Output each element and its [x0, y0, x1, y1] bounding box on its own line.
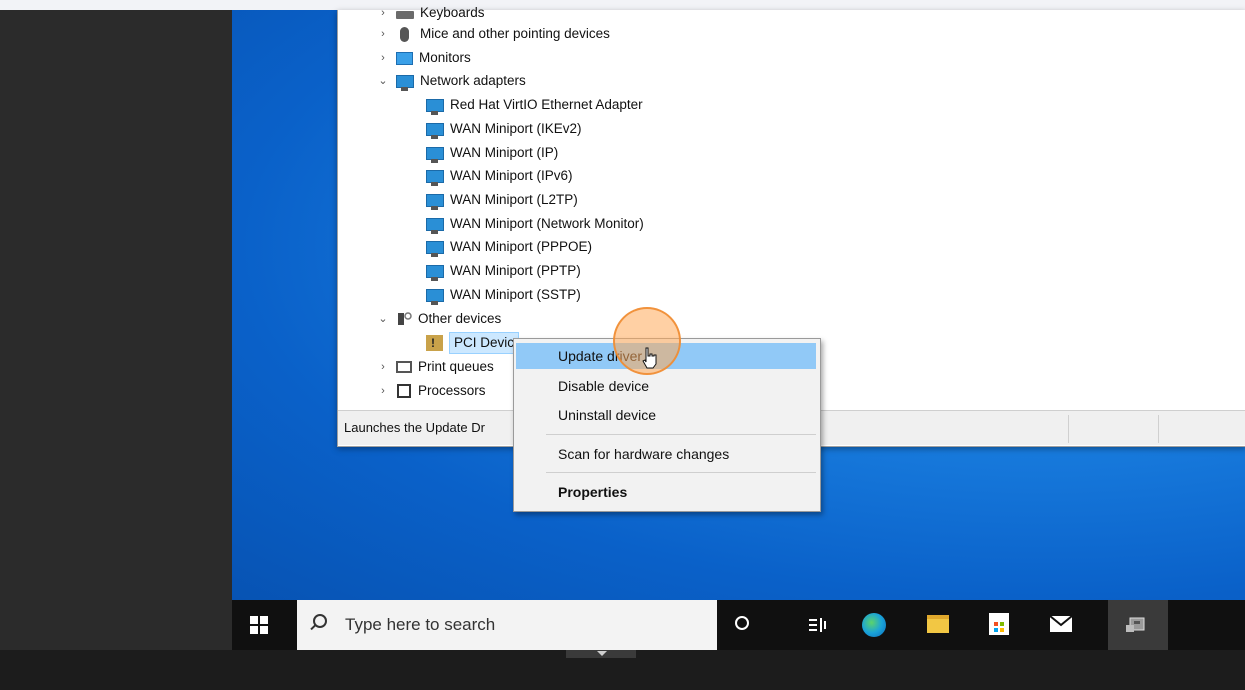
tree-item-label: WAN Miniport (Network Monitor): [450, 216, 644, 231]
taskbar: Type here to search: [232, 600, 1245, 650]
tree-item-mice[interactable]: › Mice and other pointing devices: [376, 22, 610, 46]
menu-item-properties[interactable]: Properties: [516, 479, 816, 505]
network-adapter-icon: [426, 123, 444, 139]
mail-icon[interactable]: [1050, 616, 1072, 632]
tree-item-device[interactable]: WAN Miniport (L2TP): [426, 188, 578, 212]
tree-item-device[interactable]: WAN Miniport (IPv6): [426, 164, 573, 188]
collapse-arrow-icon[interactable]: ⌄: [376, 69, 390, 93]
windows-start-icon[interactable]: [250, 616, 268, 634]
left-dark-panel: [0, 10, 232, 650]
tree-item-label: Red Hat VirtIO Ethernet Adapter: [450, 97, 643, 112]
tree-item-other-devices[interactable]: ⌄ Other devices: [376, 307, 501, 331]
status-divider: [1068, 415, 1069, 443]
store-icon[interactable]: [989, 613, 1009, 635]
tree-item-label: WAN Miniport (PPPOE): [450, 239, 593, 254]
collapse-arrow-icon[interactable]: ⌄: [376, 307, 390, 331]
status-text: Launches the Update Dr: [344, 420, 485, 435]
bottom-notch: [566, 650, 636, 658]
network-adapter-icon: [426, 241, 444, 257]
expand-arrow-icon[interactable]: ›: [376, 22, 390, 46]
network-adapter-icon: [426, 218, 444, 234]
tree-item-pci-device[interactable]: PCI Devic: [426, 331, 520, 355]
tree-item-print-queues[interactable]: › Print queues: [376, 355, 494, 379]
network-adapter-icon: [426, 147, 444, 163]
mouse-icon: [400, 26, 409, 42]
network-adapter-icon: [426, 99, 444, 115]
menu-separator: [546, 472, 816, 473]
tree-item-device[interactable]: WAN Miniport (IKEv2): [426, 117, 582, 141]
hand-cursor-icon: [642, 347, 657, 369]
edge-icon[interactable]: [862, 613, 886, 637]
device-manager-icon[interactable]: [1124, 615, 1148, 635]
tree-item-processors[interactable]: › Processors: [376, 379, 486, 403]
tree-item-label: WAN Miniport (SSTP): [450, 287, 581, 302]
tree-item-device[interactable]: WAN Miniport (IP): [426, 141, 558, 165]
network-adapter-icon: [426, 170, 444, 186]
tree-item-label: Print queues: [418, 359, 494, 374]
taskbar-search-box[interactable]: Type here to search: [297, 600, 717, 650]
tree-item-device[interactable]: WAN Miniport (Network Monitor): [426, 212, 644, 236]
network-adapter-icon: [426, 289, 444, 305]
printer-icon: [396, 361, 412, 373]
keyboard-icon: [396, 11, 414, 19]
tree-item-label: WAN Miniport (L2TP): [450, 192, 578, 207]
network-adapter-icon: [396, 75, 414, 91]
tree-item-label: Processors: [418, 383, 486, 398]
network-adapter-icon: [426, 194, 444, 210]
status-divider: [1158, 415, 1159, 443]
tree-item-label: Monitors: [419, 50, 471, 65]
tree-item-network-adapters[interactable]: ⌄ Network adapters: [376, 69, 526, 93]
tree-item-device[interactable]: Red Hat VirtIO Ethernet Adapter: [426, 93, 643, 117]
menu-item-uninstall-device[interactable]: Uninstall device: [516, 402, 816, 428]
tree-item-label: PCI Devic: [449, 332, 520, 354]
top-strip: [0, 0, 1245, 10]
network-adapter-icon: [426, 265, 444, 281]
processor-icon: [397, 384, 411, 398]
menu-separator: [546, 434, 816, 435]
expand-arrow-icon[interactable]: ›: [376, 46, 390, 70]
tree-item-label: Network adapters: [420, 73, 526, 88]
cortana-icon[interactable]: [735, 616, 749, 630]
search-icon: [313, 614, 327, 628]
tree-item-device[interactable]: WAN Miniport (PPPOE): [426, 235, 592, 259]
menu-item-disable-device[interactable]: Disable device: [516, 373, 816, 399]
tree-item-device[interactable]: WAN Miniport (PPTP): [426, 259, 581, 283]
tree-item-label: Mice and other pointing devices: [420, 26, 610, 41]
other-devices-icon: [396, 311, 412, 327]
search-placeholder: Type here to search: [345, 615, 496, 634]
task-view-icon[interactable]: [806, 613, 830, 637]
tree-item-label: WAN Miniport (IP): [450, 145, 559, 160]
expand-arrow-icon[interactable]: ›: [376, 379, 390, 403]
tree-item-label: WAN Miniport (IKEv2): [450, 121, 582, 136]
tree-item-label: WAN Miniport (PPTP): [450, 263, 581, 278]
tree-item-monitors[interactable]: › Monitors: [376, 46, 471, 70]
tree-item-device[interactable]: WAN Miniport (SSTP): [426, 283, 581, 307]
tree-item-label: Other devices: [418, 311, 502, 326]
monitor-icon: [396, 51, 413, 65]
warning-device-icon: [426, 335, 443, 351]
menu-item-scan-hardware[interactable]: Scan for hardware changes: [516, 441, 816, 467]
file-explorer-icon[interactable]: [927, 615, 949, 633]
expand-arrow-icon[interactable]: ›: [376, 355, 390, 379]
tree-item-label: WAN Miniport (IPv6): [450, 168, 573, 183]
